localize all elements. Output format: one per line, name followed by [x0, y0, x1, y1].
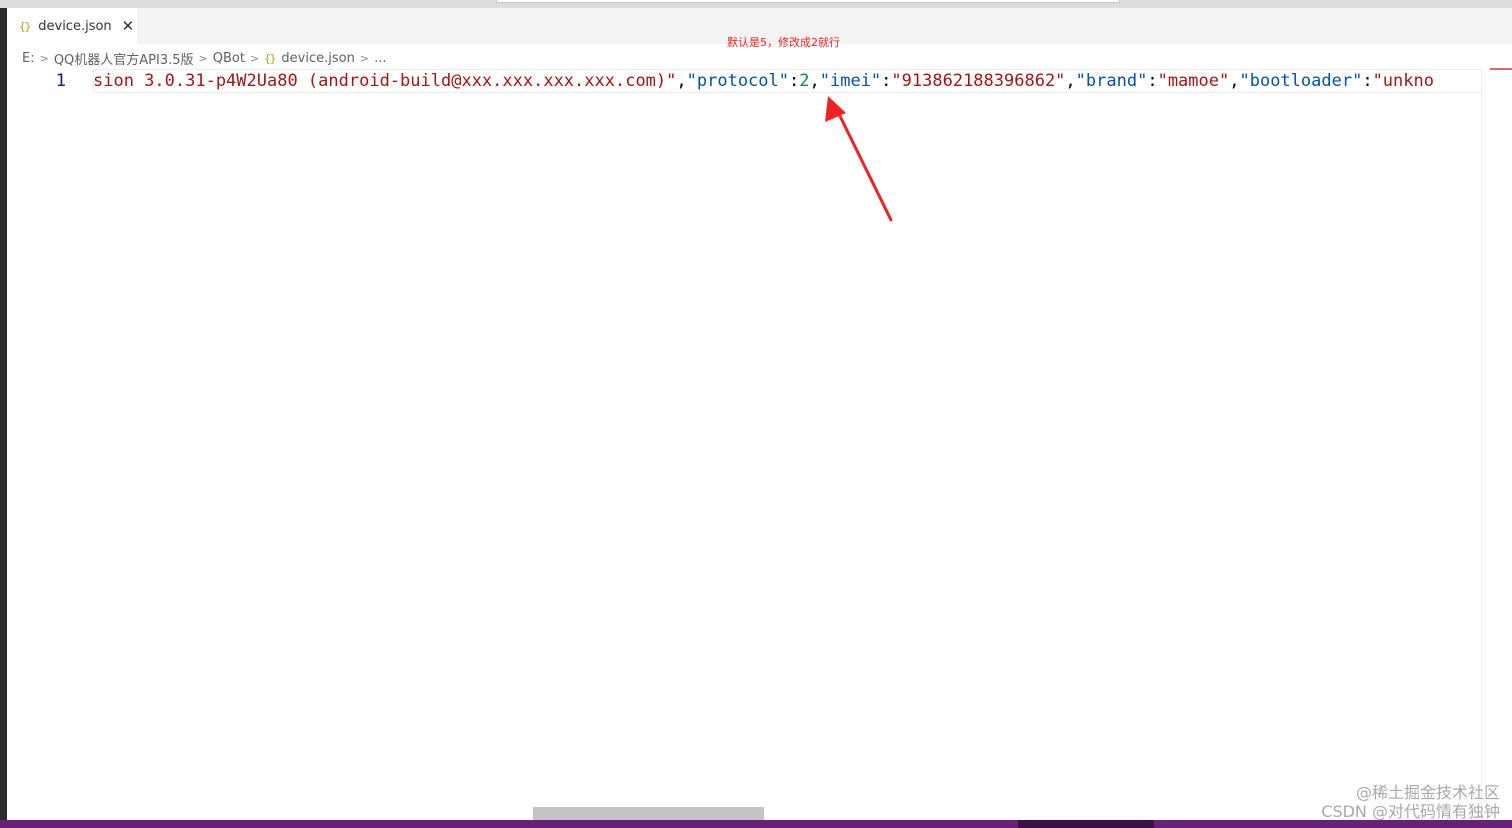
code-line[interactable]: sion 3.0.31-p4W2Ua80 (android-build@xxx.… [93, 70, 1481, 92]
breadcrumb-item-drive[interactable]: E: [22, 51, 35, 66]
code-token-key: "bootloader" [1239, 71, 1363, 91]
code-token-str: "mamoe" [1157, 71, 1230, 91]
breadcrumb-item-file[interactable]: device.json [281, 51, 354, 66]
status-bar [0, 820, 1512, 828]
watermark: @稀土掘金技术社区 CSDN @对代码情有独钟 [1321, 783, 1500, 821]
code-token-key: "protocol" [686, 71, 789, 91]
chevron-right-icon: > [359, 51, 370, 65]
watermark-line-1: @稀土掘金技术社区 [1355, 783, 1500, 802]
json-braces-icon: {} [19, 19, 31, 33]
code-token-punct: : [1147, 71, 1158, 91]
breadcrumb: E: > QQ机器人官方API3.5版 > QBot > {} device.j… [22, 48, 386, 68]
chevron-right-icon: > [39, 51, 49, 65]
code-token-str: sion 3.0.31-p4W2Ua80 (android-build@xxx.… [93, 71, 677, 91]
code-token-punct: : [881, 71, 892, 91]
code-token-punct: , [1229, 71, 1240, 91]
code-token-punct: : [1362, 71, 1373, 91]
code-token-punct: , [676, 71, 687, 91]
watermark-line-2: CSDN @对代码情有独钟 [1321, 802, 1500, 821]
line-number: 1 [55, 71, 66, 91]
activity-bar-edge [0, 8, 7, 820]
code-token-punct: : [789, 71, 800, 91]
command-center[interactable] [496, 0, 1120, 3]
arrow-shaft [836, 110, 893, 222]
tab-device-json[interactable]: {} device.json ✕ [7, 8, 137, 44]
code-token-punct: , [809, 71, 820, 91]
code-token-key: "imei" [819, 71, 882, 91]
chevron-right-icon: > [249, 51, 260, 65]
overview-ruler-marker [1490, 68, 1512, 70]
code-token-num: 2 [799, 71, 810, 91]
code-token-punct: , [1065, 71, 1076, 91]
code-token-key: "brand" [1075, 71, 1148, 91]
breadcrumb-item-qbot[interactable]: QBot [213, 51, 245, 66]
breadcrumb-item-project[interactable]: QQ机器人官方API3.5版 [54, 49, 194, 68]
annotation-note: 默认是5，修改成2就行 [727, 36, 840, 49]
breadcrumb-item-symbols[interactable]: ... [374, 51, 386, 66]
overview-ruler[interactable] [1481, 68, 1512, 820]
json-braces-icon: {} [264, 51, 276, 65]
annotation-arrow [825, 96, 893, 222]
chevron-right-icon: > [198, 51, 208, 65]
title-bar [0, 0, 1512, 8]
status-bar-item[interactable] [1018, 820, 1154, 828]
code-editor[interactable]: sion 3.0.31-p4W2Ua80 (android-build@xxx.… [93, 70, 1481, 92]
vscode-window: {} device.json ✕ E: > QQ机器人官方API3.5版 > Q… [0, 0, 1512, 828]
tab-label: device.json [38, 18, 112, 34]
arrow-head [825, 96, 846, 122]
code-token-str: "913862188396862" [891, 71, 1066, 91]
close-icon[interactable]: ✕ [122, 17, 135, 35]
code-token-str: "unkno [1372, 71, 1434, 91]
horizontal-scrollbar-thumb[interactable] [533, 807, 764, 820]
